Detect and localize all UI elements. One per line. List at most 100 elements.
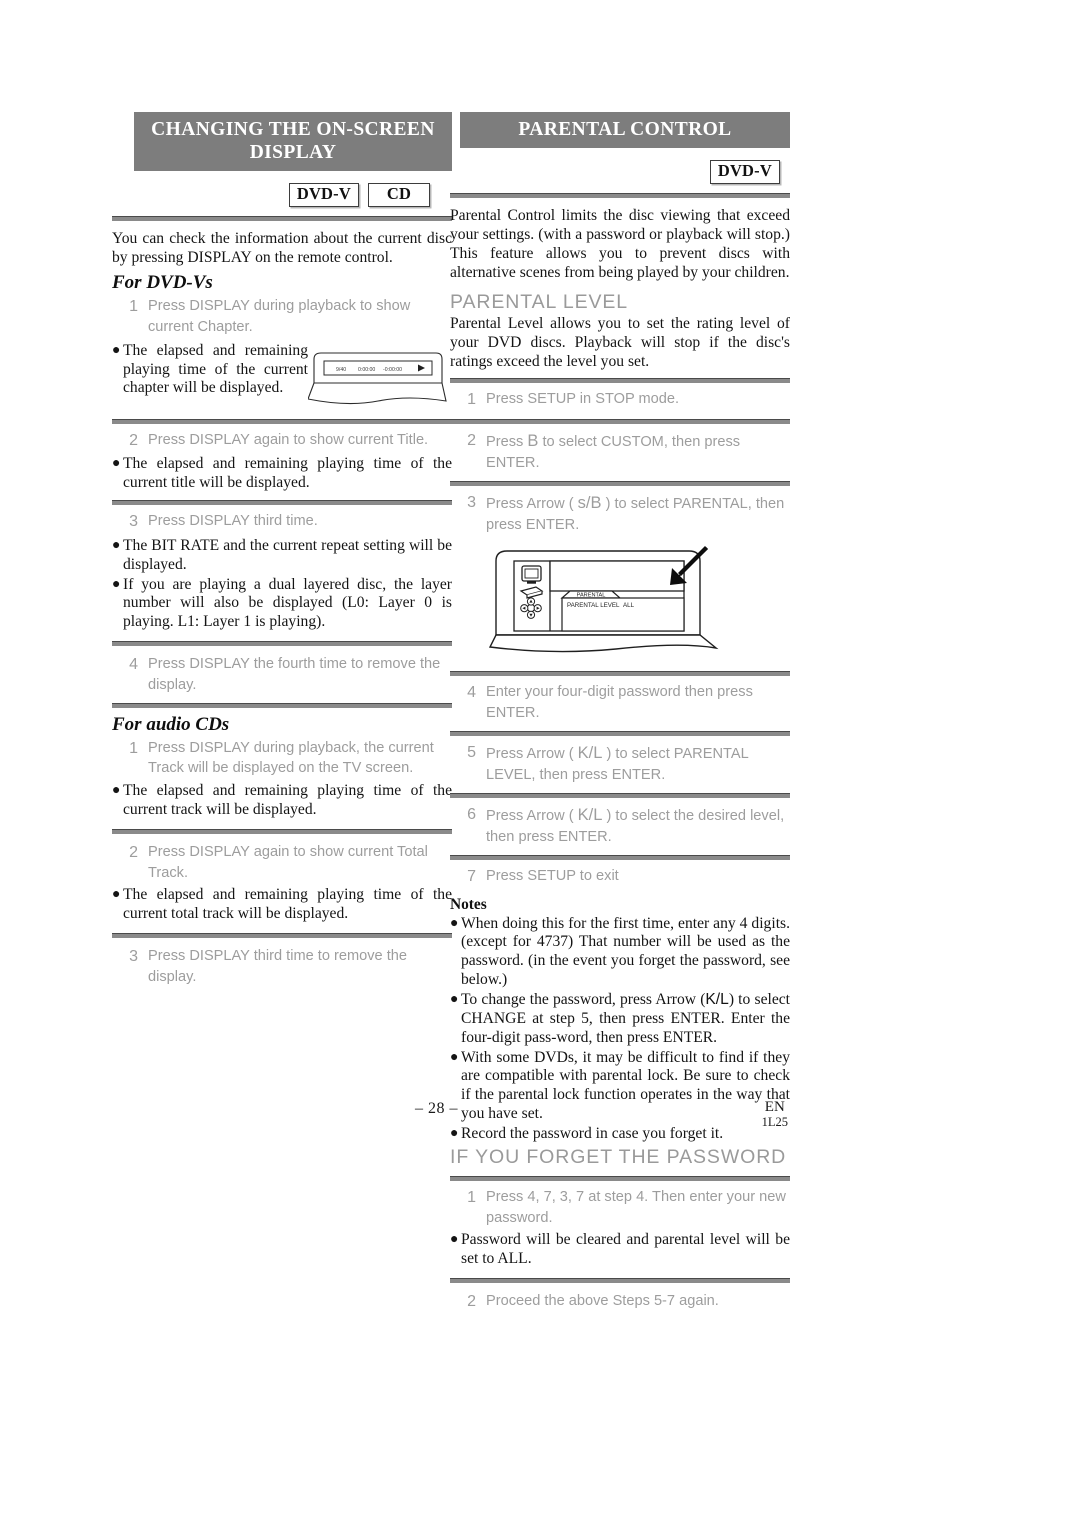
- step-forgot-1: 1 Press 4, 7, 3, 7 at step 4. Then enter…: [450, 1187, 790, 1228]
- left-intro-paragraph: You can check the information about the …: [112, 229, 452, 267]
- step-text-part-a: Press Arrow (: [486, 745, 574, 762]
- divider-rule: [450, 378, 790, 384]
- disc-badge-row-right: DVD-V: [450, 160, 790, 184]
- step-text: Enter your four-digit password then pres…: [486, 684, 753, 721]
- divider-rule: [450, 671, 790, 677]
- step-dvd-2: 2 Press DISPLAY again to show current Ti…: [112, 430, 452, 453]
- page-footer: – 28 – EN 1L25: [0, 1099, 1080, 1160]
- bullet-dvd-4: ● If you are playing a dual layered disc…: [112, 576, 452, 633]
- disc-badge-dvd-v: DVD-V: [709, 160, 780, 184]
- disc-badge-dvd-v: DVD-V: [288, 183, 359, 207]
- divider-rule: [112, 215, 452, 221]
- note-1: ● When doing this for the first time, en…: [450, 915, 790, 990]
- step-parental-7: 7 Press SETUP to exit: [450, 866, 790, 889]
- bullet-text: If you are playing a dual layered disc, …: [123, 575, 452, 631]
- step-dvd-3: 3 Press DISPLAY third time.: [112, 511, 452, 534]
- step-number: 7: [467, 867, 476, 885]
- right-arrow-glyph-icon: B: [527, 431, 539, 450]
- step-text: Proceed the above Steps 5-7 again.: [486, 1293, 719, 1310]
- bullet-dot-icon: ●: [450, 915, 459, 931]
- step-number: 2: [467, 1293, 476, 1311]
- bullet-cd-2: ● The elapsed and remaining playing time…: [112, 886, 452, 924]
- step-text: Press SETUP to exit: [486, 867, 619, 884]
- language-code: EN: [764, 1099, 785, 1115]
- bullet-dvd-1: ● The elapsed and remaining playing time…: [112, 342, 308, 399]
- bullet-dvd-3: ● The BIT RATE and the current repeat se…: [112, 537, 452, 575]
- page-number: – 28 –: [415, 1100, 458, 1117]
- notes-heading: Notes: [450, 895, 487, 913]
- menu-row-value: ALL: [623, 602, 635, 609]
- divider-rule: [112, 641, 452, 647]
- bullet-dot-icon: ●: [112, 342, 121, 358]
- step-parental-6: 6 Press Arrow ( K/L ) to select the desi…: [450, 804, 790, 848]
- step-number: 3: [467, 494, 476, 512]
- left-arrow-glyph-icon: s: [577, 494, 586, 513]
- step-text: Press SETUP in STOP mode.: [486, 391, 680, 408]
- step-number: 1: [467, 391, 476, 409]
- divider-rule: [450, 1278, 790, 1284]
- divider-rule: [112, 418, 452, 424]
- bullet-dot-icon: ●: [112, 537, 121, 553]
- bullet-forgot-1: ● Password will be cleared and parental …: [450, 1231, 790, 1269]
- osd-elapsed-time: 0:00:00: [358, 367, 375, 373]
- step-number: 1: [129, 298, 138, 316]
- manual-page: CHANGING THE ON-SCREEN DISPLAY DVD-V CD …: [0, 0, 1080, 1528]
- step-text: Press DISPLAY third time.: [148, 513, 318, 530]
- right-arrow-glyph-icon: B: [590, 494, 602, 513]
- bullet-text: Password will be cleared and parental le…: [461, 1231, 790, 1268]
- step-number: 1: [129, 739, 138, 757]
- bullet-text: The BIT RATE and the current repeat sett…: [123, 536, 452, 573]
- step-parental-5: 5 Press Arrow ( K/L ) to select PARENTAL…: [450, 742, 790, 786]
- bullet-text: The elapsed and remaining playing time o…: [123, 782, 452, 818]
- note-text: To change the password, press Arrow (K/L…: [461, 991, 790, 1048]
- step-number: 3: [129, 947, 138, 965]
- bullet-dot-icon: ●: [112, 456, 121, 472]
- step-text-part-a: Press: [486, 433, 524, 450]
- doc-code: 1L25: [761, 1114, 788, 1129]
- bullet-dot-icon: ●: [450, 1232, 459, 1248]
- bullet-dot-icon: ●: [112, 887, 121, 903]
- step-text: Press DISPLAY again to show current Tota…: [148, 843, 428, 881]
- bullet-dot-icon: ●: [450, 992, 459, 1008]
- disc-badge-row-left: DVD-V CD: [112, 183, 452, 207]
- divider-rule: [450, 481, 790, 487]
- step-number: 6: [467, 805, 476, 823]
- tv-osd-illustration: 9/40 0:00:00 -0:00:00: [307, 352, 447, 404]
- step-parental-3: 3 Press Arrow ( s/B ) to select PARENTAL…: [450, 492, 790, 536]
- step-text: Press DISPLAY during playback, the curre…: [148, 739, 434, 777]
- bullet-dvd-2: ● The elapsed and remaining playing time…: [112, 455, 452, 493]
- tv-display-figure: 9/40 0:00:00 -0:00:00: [307, 341, 452, 412]
- step-text-part-a: Press Arrow (: [486, 807, 574, 824]
- parental-setup-screen-illustration: PARENTAL PARENTAL LEVEL ALL: [488, 546, 719, 653]
- subheading-for-dvd-vs: For DVD-Vs: [112, 272, 213, 294]
- step-text: Press Arrow ( s/B ) to select PARENTAL, …: [486, 492, 790, 536]
- step-number: 2: [129, 431, 138, 449]
- divider-rule: [112, 500, 452, 506]
- divider-rule: [112, 828, 452, 834]
- step-number: 4: [129, 656, 138, 674]
- divider-rule: [112, 932, 452, 938]
- subheading-for-audio-cds: For audio CDs: [112, 713, 230, 735]
- step-number: 4: [467, 684, 476, 702]
- heading-parental-level: PARENTAL LEVEL: [450, 290, 629, 313]
- step-number: 2: [467, 431, 476, 449]
- monitor-icon: [521, 565, 542, 584]
- up-down-arrow-glyph-icon: K/L: [705, 991, 729, 1009]
- bullet-cd-1: ● The elapsed and remaining playing time…: [112, 782, 452, 820]
- left-column: CHANGING THE ON-SCREEN DISPLAY DVD-V CD …: [112, 112, 452, 990]
- up-down-arrow-glyph-icon: K/L: [577, 805, 603, 824]
- step-forgot-2: 2 Proceed the above Steps 5-7 again.: [450, 1291, 790, 1314]
- note-text-part-a: To change the password, press Arrow (: [461, 991, 706, 1009]
- bullet-with-tv-figure: ● The elapsed and remaining playing time…: [112, 341, 452, 412]
- step-number: 3: [129, 513, 138, 531]
- bullet-text: The elapsed and remaining playing time o…: [123, 886, 452, 923]
- divider-rule: [112, 702, 452, 708]
- step-text: Press B to select CUSTOM, then press ENT…: [486, 430, 790, 474]
- step-cd-3: 3 Press DISPLAY third time to remove the…: [112, 946, 452, 987]
- step-parental-4: 4 Enter your four-digit password then pr…: [450, 682, 790, 723]
- parental-menu-figure: PARENTAL PARENTAL LEVEL ALL: [450, 539, 790, 664]
- step-cd-2: 2 Press DISPLAY again to show current To…: [112, 842, 452, 883]
- step-text: Press DISPLAY third time to remove the d…: [148, 947, 408, 985]
- step-text-part-b: to select CUSTOM, then press ENTER.: [486, 433, 741, 472]
- document-code-block: EN 1L25: [761, 1099, 788, 1130]
